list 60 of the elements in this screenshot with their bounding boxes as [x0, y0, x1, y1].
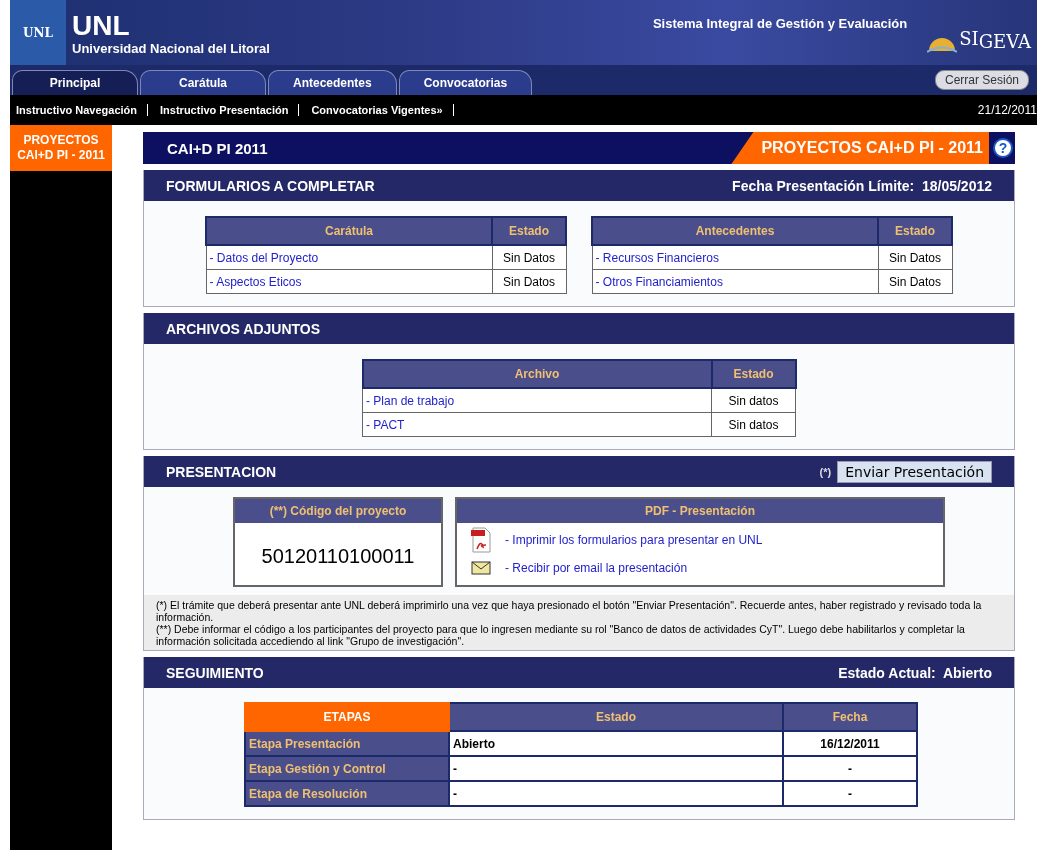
subnav-link[interactable]: Instructivo Navegación: [10, 104, 149, 116]
form-link[interactable]: - Otros Financiamientos: [592, 269, 878, 294]
column-header: Archivo: [362, 360, 712, 388]
system-title: Sistema Integral de Gestión y Evaluación: [652, 16, 908, 31]
nav-tab[interactable]: Convocatorias: [398, 70, 533, 95]
column-header: Estado: [878, 217, 952, 245]
file-link[interactable]: - PACT: [362, 412, 712, 437]
file-link[interactable]: - Plan de trabajo: [362, 388, 712, 413]
deadline-text: Fecha Presentación Límite: 18/05/2012: [732, 177, 992, 194]
stage-cell: Etapa Gestión y Control: [245, 756, 449, 781]
box-header: PDF - Presentación: [457, 499, 943, 523]
table-cell: Sin datos: [711, 388, 796, 413]
column-header: Estado: [492, 217, 566, 245]
box-header: (**) Código del proyecto: [235, 499, 441, 523]
help-icon[interactable]: ?: [993, 138, 1013, 158]
table-cell: -: [783, 781, 917, 806]
presentation-link[interactable]: - Recibir por email la presentación: [505, 561, 688, 575]
envelope-icon: [471, 561, 491, 575]
subnav-link[interactable]: Convocatorias Vigentes»: [305, 104, 454, 116]
column-header: Estado: [449, 703, 783, 731]
table-cell: Abierto: [449, 731, 783, 756]
form-link[interactable]: - Aspectos Eticos: [206, 269, 492, 294]
column-header: Fecha: [783, 703, 917, 731]
nav-tab[interactable]: Antecedentes: [268, 70, 397, 95]
project-code: 50120110100011: [260, 544, 416, 569]
footnote-mark: (*): [819, 465, 832, 478]
subnav-link[interactable]: Instructivo Presentación: [154, 104, 300, 116]
section-title: PRESENTACION: [166, 463, 277, 480]
section-title: ARCHIVOS ADJUNTOS: [166, 320, 321, 337]
nav-tab[interactable]: Carátula: [140, 70, 266, 95]
current-status: Estado Actual: Abierto: [838, 664, 992, 681]
logout-button[interactable]: Cerrar Sesión: [934, 70, 1029, 90]
column-header: ETAPAS: [245, 703, 449, 731]
section-title: FORMULARIOS A COMPLETAR: [166, 177, 375, 194]
pdf-icon: [471, 527, 491, 553]
footnote-text: (*) El trámite que deberá presentar ante UNL deberá imprimirlo una vez que haya presionado el botón "Enviar Presentación". Recuerde antes, haber registrado y revisado toda la información.: [156, 599, 983, 623]
stage-cell: Etapa de Resolución: [245, 781, 449, 806]
brand-geva: GEVA: [978, 30, 1031, 53]
form-link[interactable]: - Datos del Proyecto: [206, 245, 492, 270]
column-header: Carátula: [206, 217, 492, 245]
form-link[interactable]: - Recursos Financieros: [592, 245, 878, 270]
table-cell: -: [449, 756, 783, 781]
footnote-text: (**) Debe informar el código a los participantes del proyecto para que lo ingresen mediante su rol "Banco de datos de actividades CyT". Luego debe habilitarlos y completar la información solicitada accediendo al link "Grupo de investigación".: [156, 623, 966, 647]
logo-small: UNL: [10, 0, 66, 65]
presentation-link[interactable]: - Imprimir los formularios para presentar en UNL: [505, 533, 763, 547]
table-cell: -: [783, 756, 917, 781]
table-cell: -: [449, 781, 783, 806]
page-title: CAI+D PI 2011: [166, 139, 268, 157]
section-title: SEGUIMIENTO: [166, 664, 264, 681]
project-badge: PROYECTOS CAI+D PI - 2011: [731, 132, 989, 164]
logo-text: UNL: [72, 13, 131, 39]
column-header: Antecedentes: [592, 217, 878, 245]
send-button[interactable]: Enviar Presentación: [837, 460, 992, 483]
brand-si: SI: [959, 26, 979, 51]
table-cell: 16/12/2011: [783, 731, 917, 756]
university-name: Universidad Nacional del Litoral: [72, 41, 270, 56]
nav-tab[interactable]: Principal: [12, 70, 138, 95]
column-header: Estado: [711, 360, 796, 388]
stage-cell: Etapa Presentación: [245, 731, 449, 756]
current-date: 21/12/2011: [977, 103, 1037, 117]
